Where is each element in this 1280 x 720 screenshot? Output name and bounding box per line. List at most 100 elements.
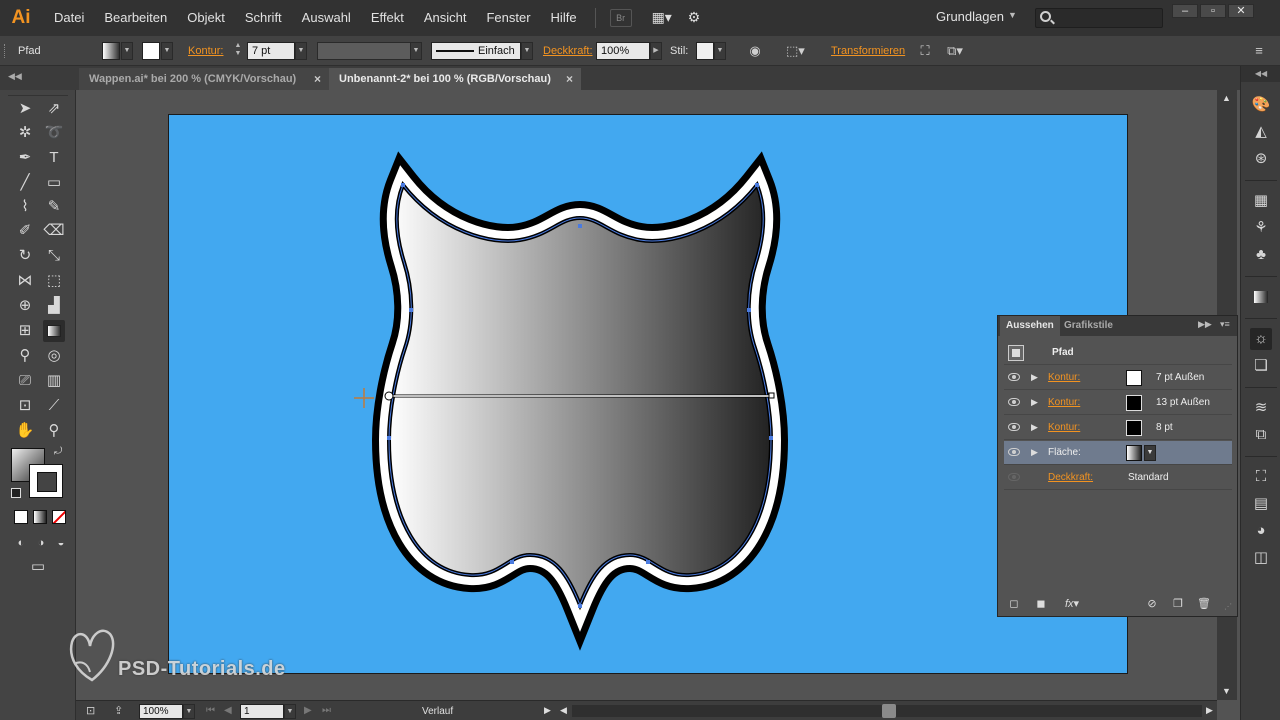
opacity-panel-link[interactable]: Deckkraft:: [543, 45, 593, 57]
hand-tool-icon[interactable]: ✋: [14, 420, 36, 442]
maximize-button[interactable]: ▫: [1200, 4, 1226, 18]
pen-tool-icon[interactable]: ✒: [14, 147, 36, 169]
stroke-weight-stepper[interactable]: ▲ ▼: [231, 42, 245, 60]
pencil-tool-icon[interactable]: ✎: [43, 196, 65, 218]
stroke-label[interactable]: Kontur:: [1048, 422, 1080, 433]
rectangle-tool-icon[interactable]: ▭: [43, 172, 65, 194]
direct-selection-tool-icon[interactable]: ⇗: [43, 98, 65, 120]
workspace-switcher[interactable]: Grundlagen: [936, 9, 1004, 24]
visibility-eye-icon[interactable]: [1008, 448, 1020, 456]
fill-swatch-gradient[interactable]: [1126, 445, 1142, 461]
menu-hilfe[interactable]: Hilfe: [541, 0, 587, 36]
minimize-button[interactable]: –: [1172, 4, 1198, 18]
stroke-panel-link[interactable]: Kontur:: [188, 45, 223, 57]
line-tool-icon[interactable]: ╱: [14, 172, 36, 194]
menu-schrift[interactable]: Schrift: [235, 0, 292, 36]
search-field[interactable]: [1035, 8, 1163, 28]
lasso-tool-icon[interactable]: ➰: [43, 122, 65, 144]
transform-panel-icon[interactable]: ⛶: [1250, 466, 1272, 488]
menu-bearbeiten[interactable]: Bearbeiten: [94, 0, 177, 36]
graphic-style-swatch[interactable]: [696, 42, 714, 60]
panel-menu-icon[interactable]: ▾≡: [1220, 319, 1230, 330]
stroke-label[interactable]: Kontur:: [1048, 397, 1080, 408]
zoom-field[interactable]: 100%: [139, 704, 183, 719]
resize-grip-icon[interactable]: ⋰: [1224, 602, 1232, 611]
fill-swatch[interactable]: [102, 42, 120, 60]
gradient-origin-handle[interactable]: [384, 391, 394, 401]
opacity-field[interactable]: 100%: [596, 42, 650, 60]
share-icon[interactable]: ⇪: [114, 704, 123, 717]
clear-appearance-icon[interactable]: ⊘: [1144, 596, 1160, 612]
blob-brush-tool-icon[interactable]: ✐: [14, 220, 36, 242]
gradient-panel-icon[interactable]: [1250, 286, 1272, 308]
align-panel-icon[interactable]: ▤: [1250, 493, 1272, 515]
last-artboard-icon[interactable]: ⏭: [322, 705, 331, 716]
graphic-style-dropdown[interactable]: ▼: [714, 42, 726, 60]
isolate-object-icon[interactable]: ⛶: [916, 42, 934, 60]
appearance-row-stroke-3[interactable]: ▶ Kontur: 8 pt: [1004, 416, 1232, 440]
artboard-number-field[interactable]: 1: [240, 704, 284, 719]
gradient-end-handle[interactable]: [768, 392, 775, 399]
fill-dropdown[interactable]: ▼: [121, 42, 133, 60]
collapse-panel-icon[interactable]: ▶▶: [1198, 319, 1212, 330]
menu-datei[interactable]: Datei: [44, 0, 94, 36]
perspective-grid-tool-icon[interactable]: ▟: [43, 295, 65, 317]
graphic-styles-icon[interactable]: ❏: [1250, 355, 1272, 377]
visibility-eye-icon[interactable]: [1008, 398, 1020, 406]
close-icon[interactable]: ×: [314, 68, 321, 90]
swap-fill-stroke-icon[interactable]: ⤾: [54, 446, 62, 457]
stroke-swatch-white[interactable]: [1126, 370, 1142, 386]
next-artboard-icon[interactable]: ▶: [304, 705, 312, 716]
previous-artboard-icon[interactable]: ◀: [224, 705, 232, 716]
brush-definition[interactable]: Einfach: [431, 42, 521, 60]
draw-normal-icon[interactable]: ◐: [10, 532, 32, 554]
stroke-swatch-black[interactable]: [1126, 395, 1142, 411]
artboard-tool-icon[interactable]: ⊡: [14, 395, 36, 417]
control-panel-menu-icon[interactable]: ≡: [1250, 42, 1268, 60]
eyedropper-tool-icon[interactable]: ⚲: [14, 345, 36, 367]
color-panel-icon[interactable]: 🎨: [1250, 94, 1272, 116]
duplicate-item-icon[interactable]: ❐: [1170, 596, 1186, 612]
width-profile-dropdown[interactable]: ▼: [410, 42, 422, 60]
slice-tool-icon[interactable]: ⟋: [43, 395, 65, 417]
magic-wand-tool-icon[interactable]: ✲: [14, 122, 36, 144]
horizontal-scroll-thumb[interactable]: [882, 704, 896, 718]
swatches-icon[interactable]: ▦: [1250, 190, 1272, 212]
type-tool-icon[interactable]: T: [43, 147, 65, 169]
recolor-artwork-icon[interactable]: ◉: [746, 42, 764, 60]
close-icon[interactable]: ×: [566, 68, 573, 90]
opacity-slider-toggle[interactable]: ▶: [650, 42, 662, 60]
color-mode-icon[interactable]: [14, 510, 28, 524]
menu-effekt[interactable]: Effekt: [361, 0, 414, 36]
gpu-performance-icon[interactable]: ⚙: [688, 9, 710, 27]
stroke-dropdown[interactable]: ▼: [161, 42, 173, 60]
eraser-tool-icon[interactable]: ⌫: [43, 220, 65, 242]
first-artboard-icon[interactable]: ⏮: [206, 705, 215, 716]
status-menu-arrow[interactable]: ▶: [544, 705, 551, 716]
appearance-row-fill[interactable]: ▶ Fläche: ▼: [1004, 441, 1232, 465]
print-tiling-icon[interactable]: ⊡: [86, 704, 95, 717]
draw-inside-icon[interactable]: ◒: [50, 532, 72, 554]
stroke-swatch[interactable]: [142, 42, 160, 60]
menu-objekt[interactable]: Objekt: [177, 0, 235, 36]
appearance-row-stroke-1[interactable]: ▶ Kontur: 7 pt Außen: [1004, 366, 1232, 390]
scroll-up-icon[interactable]: ▲: [1222, 93, 1231, 103]
menu-ansicht[interactable]: Ansicht: [414, 0, 477, 36]
visibility-eye-icon[interactable]: [1008, 423, 1020, 431]
appearance-row-opacity[interactable]: Deckkraft: Standard: [1004, 466, 1232, 490]
column-graph-tool-icon[interactable]: ▥: [43, 370, 65, 392]
default-fill-stroke-icon[interactable]: [11, 488, 21, 498]
appearance-panel-icon[interactable]: ☼: [1250, 328, 1272, 350]
appearance-row-stroke-2[interactable]: ▶ Kontur: 13 pt Außen: [1004, 391, 1232, 415]
close-window-button[interactable]: ✕: [1228, 4, 1254, 18]
symbols-icon[interactable]: ♣: [1250, 244, 1272, 266]
artboard-dropdown[interactable]: ▼: [284, 704, 296, 719]
zoom-tool-icon[interactable]: ⚲: [43, 420, 65, 442]
tab-aussehen[interactable]: Aussehen: [1000, 316, 1060, 336]
stroke-color-box[interactable]: [29, 464, 63, 498]
screen-mode-icon[interactable]: ▭: [27, 556, 49, 578]
fill-swatch-dropdown[interactable]: ▼: [1144, 445, 1156, 461]
add-stroke-icon[interactable]: ◻: [1006, 596, 1022, 612]
kuler-icon[interactable]: ⊛: [1250, 148, 1272, 170]
delete-item-icon[interactable]: 🗑: [1196, 596, 1212, 612]
